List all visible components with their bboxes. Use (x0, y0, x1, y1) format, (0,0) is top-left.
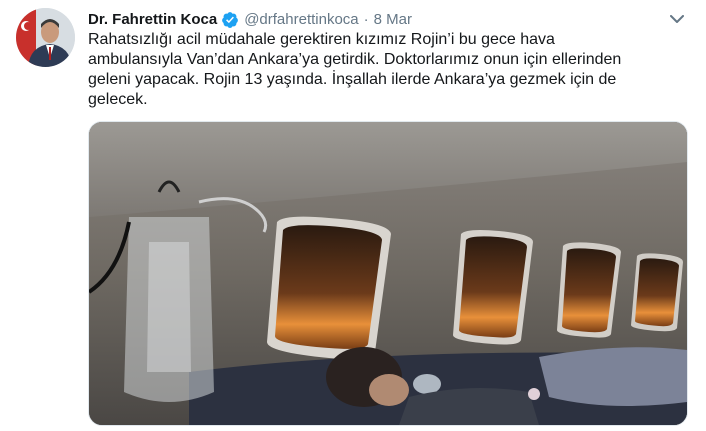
window-2 (453, 230, 533, 345)
avatar[interactable] (16, 8, 75, 67)
verified-badge-icon (221, 11, 239, 29)
avatar-image (16, 8, 75, 67)
author-handle[interactable]: @drfahrettinkoca (244, 10, 358, 30)
window-1 (267, 216, 391, 360)
airplane-cabin-photo (89, 122, 687, 425)
tweet-header: Dr. Fahrettin Koca @drfahrettinkoca · 8 … (88, 10, 412, 30)
tweet-timestamp[interactable]: 8 Mar (374, 10, 412, 30)
window-3 (557, 242, 621, 338)
window-4 (631, 253, 683, 332)
chevron-down-icon (670, 11, 684, 29)
tweet-photo[interactable] (88, 121, 688, 426)
more-options-button[interactable] (667, 12, 687, 28)
tweet-text-line: Rahatsızlığı acil müdahale gerektiren kı… (88, 31, 555, 48)
tweet-text-line: gelecek. (88, 91, 148, 108)
author-name[interactable]: Dr. Fahrettin Koca (88, 10, 217, 30)
tweet-text-line: geleni yapacak. Rojin 13 yaşında. İnşall… (88, 71, 617, 88)
tweet-text-line: ambulansıyla Van’dan Ankara’ya getirdik.… (88, 51, 622, 68)
tweet-text: Rahatsızlığı acil müdahale gerektiren kı… (88, 30, 688, 110)
header-separator: · (363, 11, 369, 28)
tweet: Dr. Fahrettin Koca @drfahrettinkoca · 8 … (0, 0, 706, 431)
